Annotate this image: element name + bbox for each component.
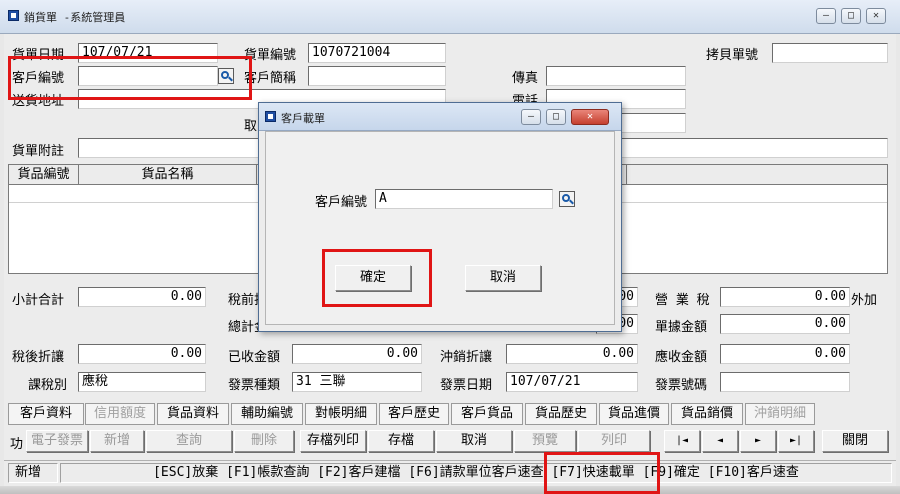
prev-record-icon[interactable]: ◄: [702, 430, 738, 452]
tab-aux-code[interactable]: 輔助編號: [231, 403, 303, 425]
offset-discount-label: 沖銷折讓: [440, 350, 493, 365]
receivable-label: 應收金額: [655, 350, 708, 365]
after-tax-discount-field[interactable]: 0.00: [78, 344, 206, 364]
print-button[interactable]: 列印: [578, 430, 650, 452]
dialog-maximize-icon[interactable]: □: [546, 109, 566, 125]
subtotal-label: 小計合計: [12, 293, 65, 308]
dialog-title: 客戶載單: [281, 112, 325, 125]
doc-amount-field[interactable]: 0.00: [720, 314, 850, 334]
tab-customer-history[interactable]: 客戶歷史: [379, 403, 449, 425]
tab-statement-detail[interactable]: 對帳明細: [305, 403, 377, 425]
invoice-date-field[interactable]: 107/07/21: [506, 372, 638, 392]
close-icon[interactable]: ✕: [866, 8, 886, 24]
cancel-button[interactable]: 取消: [436, 430, 512, 452]
maximize-icon[interactable]: □: [841, 8, 861, 24]
tax-type-field[interactable]: 應稅: [78, 372, 206, 392]
tax-mode-label: 外加: [851, 293, 878, 308]
received-field[interactable]: 0.00: [292, 344, 422, 364]
tab-item-history[interactable]: 貨品歷史: [525, 403, 597, 425]
after-tax-discount-label: 稅後折讓: [12, 350, 65, 365]
fax-label: 傳真: [512, 71, 539, 86]
tab-credit-limit[interactable]: 信用額度: [85, 403, 155, 425]
last-record-icon[interactable]: ►|: [778, 430, 814, 452]
order-no-field[interactable]: 1070721004: [308, 43, 446, 63]
copy-no-field[interactable]: [772, 43, 888, 63]
received-label: 已收金額: [228, 350, 281, 365]
dialog-app-icon: [265, 111, 276, 122]
dialog-minimize-icon[interactable]: –: [521, 109, 541, 125]
preview-button[interactable]: 預覽: [514, 430, 576, 452]
save-button[interactable]: 存檔: [368, 430, 434, 452]
next-record-icon[interactable]: ►: [740, 430, 776, 452]
offset-discount-field[interactable]: 0.00: [506, 344, 638, 364]
dialog-title-bar: 客戶載單 – □ ✕: [259, 103, 621, 131]
dialog-cancel-button[interactable]: 取消: [465, 265, 541, 291]
close-button[interactable]: 關閉: [822, 430, 888, 452]
tax-type-label: 課稅別: [28, 378, 68, 393]
highlight-customer-no: [8, 56, 252, 100]
fax-field[interactable]: [546, 66, 686, 86]
tab-customer-data[interactable]: 客戶資料: [8, 403, 84, 425]
tab-item-cost[interactable]: 貨品進價: [599, 403, 669, 425]
function-label: 功: [10, 437, 24, 452]
dialog-customer-no-label: 客戶編號: [315, 195, 368, 210]
subtotal-field[interactable]: 0.00: [78, 287, 206, 307]
receivable-field[interactable]: 0.00: [720, 344, 850, 364]
window-title: 銷貨單 -系統管理員: [24, 11, 126, 24]
tab-item-data[interactable]: 貨品資料: [157, 403, 229, 425]
doc-amount-label: 單據金額: [655, 320, 708, 335]
invoice-date-label: 發票日期: [440, 378, 493, 393]
grid-col-item-name[interactable]: 貨品名稱: [79, 165, 257, 185]
customer-load-dialog: 客戶載單 – □ ✕ 客戶編號 A 確定 取消: [258, 102, 622, 332]
highlight-f7-hint: [544, 452, 660, 494]
dialog-customer-no-input[interactable]: A: [375, 189, 553, 209]
window-shadow: [0, 486, 900, 494]
tab-customer-items[interactable]: 客戶貨品: [451, 403, 523, 425]
e-invoice-button[interactable]: 電子發票: [26, 430, 88, 452]
dialog-close-icon[interactable]: ✕: [571, 109, 609, 125]
tab-item-price[interactable]: 貨品銷價: [671, 403, 743, 425]
grid-col-item-no[interactable]: 貨品編號: [9, 165, 79, 185]
save-print-button[interactable]: 存檔列印: [300, 430, 366, 452]
status-hints: [ESC]放棄 [F1]帳款查詢 [F2]客戶建檔 [F6]請款單位客戶速查 […: [60, 463, 892, 483]
title-bar: 銷貨單 -系統管理員 – □ ✕: [0, 0, 900, 34]
status-mode: 新增: [8, 463, 58, 483]
delete-button[interactable]: 刪除: [234, 430, 294, 452]
first-record-icon[interactable]: |◄: [664, 430, 700, 452]
copy-no-label: 拷貝單號: [706, 48, 759, 63]
app-icon: [8, 10, 19, 21]
status-bar: 新增 [ESC]放棄 [F1]帳款查詢 [F2]客戶建檔 [F6]請款單位客戶速…: [4, 460, 896, 484]
invoice-no-label: 發票號碼: [655, 378, 708, 393]
minimize-icon[interactable]: –: [816, 8, 836, 24]
highlight-ok-button: [322, 249, 432, 307]
invoice-type-field[interactable]: 31 三聯: [292, 372, 422, 392]
dialog-body: [265, 131, 615, 325]
search-icon[interactable]: [559, 191, 575, 207]
invoice-no-field[interactable]: [720, 372, 850, 392]
customer-short-field[interactable]: [308, 66, 446, 86]
invoice-type-label: 發票種類: [228, 378, 281, 393]
add-button[interactable]: 新增: [90, 430, 144, 452]
pickup-label: 取: [244, 119, 258, 134]
business-tax-label: 營 業 稅: [655, 293, 710, 308]
business-tax-field[interactable]: 0.00: [720, 287, 850, 307]
tab-offset-detail[interactable]: 沖銷明細: [745, 403, 815, 425]
note-label: 貨單附註: [12, 144, 65, 159]
query-button[interactable]: 查詢: [146, 430, 232, 452]
